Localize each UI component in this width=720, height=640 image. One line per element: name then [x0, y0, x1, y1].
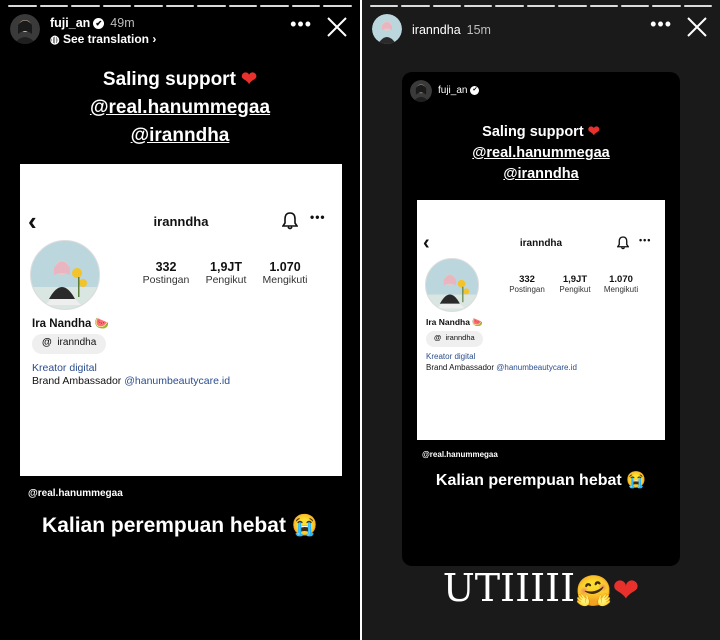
story-time: 15m — [466, 23, 491, 37]
bell-icon — [281, 212, 299, 235]
stat-following: 1.070 Mengikuti — [599, 274, 643, 294]
username-text[interactable]: iranndha — [412, 23, 461, 37]
profile-bio: Brand Ambassador @hanumbeautycare.id — [32, 375, 230, 387]
story-header: iranndha 15m ••• — [372, 12, 710, 46]
more-icon: ••• — [310, 210, 326, 224]
following-count: 1.070 — [269, 260, 301, 274]
avatar[interactable] — [10, 14, 40, 44]
bell-icon — [616, 236, 630, 255]
hugging-emoji: 🤗 — [575, 574, 613, 609]
close-icon — [687, 17, 707, 37]
close-button[interactable] — [686, 10, 708, 45]
verified-icon: ✔ — [93, 18, 105, 30]
story-progress-bar — [370, 5, 712, 7]
stat-posts: 332 Postingan — [505, 274, 549, 294]
mention-link: @iranndha — [503, 166, 579, 182]
bottom-caption-text: Kalian perempuan hebat — [42, 514, 286, 537]
avatar — [410, 80, 432, 102]
mention-sticker: @real.hanummegaa — [422, 450, 498, 459]
posts-label: Postingan — [509, 285, 545, 294]
following-label: Mengikuti — [262, 274, 308, 286]
threads-handle: iranndha — [57, 337, 97, 348]
profile-bio: Brand Ambassador @hanumbeautycare.id — [426, 363, 577, 372]
more-options-button[interactable]: ••• — [650, 14, 672, 35]
avatar[interactable] — [372, 14, 402, 44]
heart-emoji: ❤ — [612, 571, 640, 609]
followers-count: 1,9JT — [210, 260, 242, 274]
mention-link: @real.hanummegaa — [472, 145, 610, 161]
close-button[interactable] — [326, 10, 348, 45]
translate-icon: ◍ — [50, 34, 60, 46]
mention-sticker[interactable]: @real.hanummegaa — [28, 488, 123, 499]
mention-link[interactable]: @real.hanummegaa — [90, 97, 270, 118]
display-name-text: Ira Nandha — [32, 318, 92, 330]
threads-badge: @ iranndha — [32, 334, 107, 354]
profile-display-name: Ira Nandha 🍉 — [32, 316, 109, 330]
see-translation-button[interactable]: ◍ See translation › — [50, 32, 156, 46]
story-time: 49m — [110, 16, 135, 30]
watermelon-emoji: 🍉 — [472, 317, 483, 327]
username-text[interactable]: fuji_an — [50, 16, 90, 30]
mention-link[interactable]: @iranndha — [131, 125, 230, 146]
bio-mention: @hanumbeautycare.id — [124, 375, 231, 387]
posts-count: 332 — [155, 260, 177, 274]
followers-label: Pengikut — [205, 274, 247, 286]
profile-screenshot: ‹ iranndha ••• 332 Postingan 1,9JT Pengi… — [417, 200, 665, 440]
followers-count: 1,9JT — [562, 274, 588, 285]
bottom-caption: Kalian perempuan hebat 😭 — [402, 470, 680, 490]
heart-emoji: ❤ — [241, 69, 258, 90]
heart-emoji: ❤ — [587, 124, 600, 140]
crying-emoji: 😭 — [626, 472, 647, 489]
threads-handle: iranndha — [445, 333, 475, 342]
threads-icon: @ — [434, 333, 442, 342]
reshared-username: fuji_an ✔ — [438, 85, 480, 96]
more-icon: ••• — [639, 235, 652, 245]
bottom-caption-text: Kalian perempuan hebat — [435, 472, 622, 489]
right-story-panel[interactable]: iranndha 15m ••• fuji_an ✔ Saling support … — [362, 0, 720, 640]
threads-badge: @ iranndha — [426, 331, 483, 347]
caption-text: Saling support — [102, 69, 236, 90]
reshared-story[interactable]: fuji_an ✔ Saling support ❤ @real.hanummeg… — [402, 72, 680, 566]
story-header: fuji_an ✔ 49m ◍ See translation › ••• — [10, 12, 350, 46]
story-caption: Saling support ❤ @real.hanummegaa @irann… — [402, 122, 680, 185]
bio-mention: @hanumbeautycare.id — [496, 363, 577, 372]
watermelon-emoji: 🍉 — [94, 318, 109, 330]
reply-text: UTIIIII — [442, 566, 576, 610]
story-progress-bar — [8, 5, 353, 7]
posts-label: Postingan — [142, 274, 190, 286]
profile-screenshot: ‹ iranndha ••• 332 Postingan 1,9JT Pengi… — [20, 164, 342, 476]
stat-followers: 1,9JT Pengikut — [553, 274, 597, 294]
posts-count: 332 — [519, 274, 535, 285]
stat-followers: 1,9JT Pengikut — [198, 260, 254, 286]
story-username[interactable]: iranndha 15m — [412, 23, 491, 37]
stat-following: 1.070 Mengikuti — [256, 260, 314, 286]
chevron-right-icon: › — [152, 32, 157, 46]
profile-avatar — [30, 240, 100, 310]
username-text: fuji_an — [438, 85, 468, 96]
bio-text: Brand Ambassador — [32, 375, 122, 387]
story-caption: Saling support ❤ @real.hanummegaa @irann… — [0, 66, 360, 150]
display-name-text: Ira Nandha — [426, 317, 470, 327]
profile-display-name: Ira Nandha 🍉 — [426, 317, 483, 328]
verified-icon: ✔ — [470, 85, 480, 95]
see-translation-label: See translation — [62, 32, 149, 46]
profile-category: Kreator digital — [426, 352, 476, 361]
profile-category: Kreator digital — [32, 362, 97, 374]
bottom-caption: Kalian perempuan hebat 😭 — [0, 514, 360, 538]
bio-text: Brand Ambassador — [426, 363, 495, 372]
profile-avatar — [425, 258, 479, 312]
close-icon — [327, 17, 347, 37]
following-count: 1.070 — [609, 274, 633, 285]
more-options-button[interactable]: ••• — [290, 14, 312, 35]
followers-label: Pengikut — [559, 285, 591, 294]
following-label: Mengikuti — [603, 285, 639, 294]
left-story-panel[interactable]: fuji_an ✔ 49m ◍ See translation › ••• Sali… — [0, 0, 360, 640]
stat-posts: 332 Postingan — [138, 260, 194, 286]
threads-icon: @ — [42, 337, 52, 348]
crying-emoji: 😭 — [291, 514, 318, 537]
caption-text: Saling support — [482, 124, 584, 140]
story-username[interactable]: fuji_an ✔ 49m — [50, 16, 135, 30]
reply-caption: UTIIIII🤗❤ — [362, 566, 720, 610]
